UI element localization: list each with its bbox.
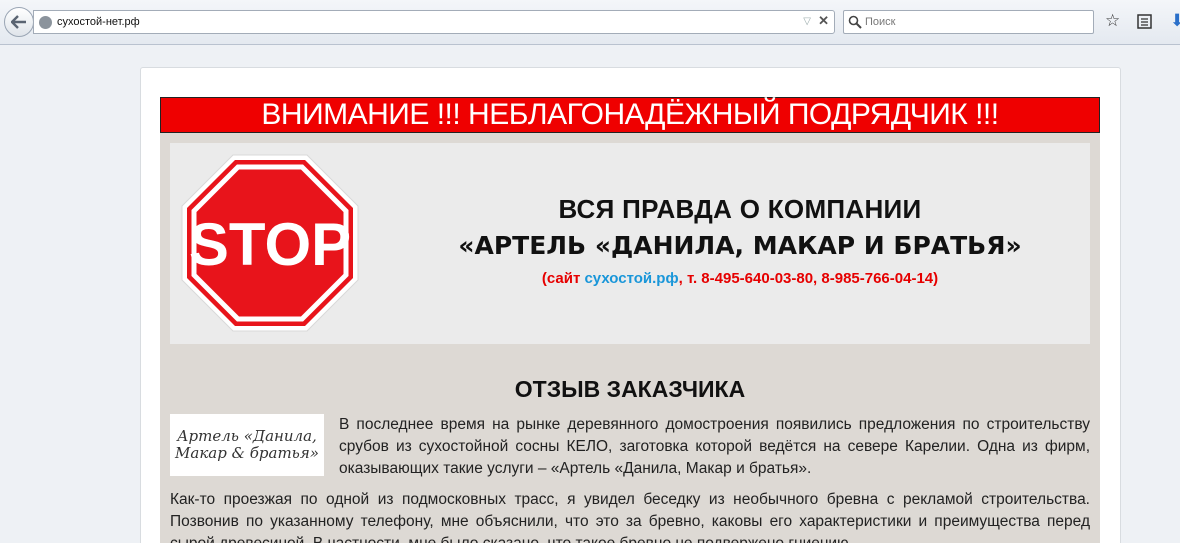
contact-prefix: (сайт (541, 270, 585, 287)
stop-text: STOP (189, 211, 351, 278)
review-paragraph-1: В последнее время на рынке деревянного д… (339, 416, 1090, 477)
back-arrow-icon (11, 15, 26, 29)
url-text[interactable]: сухостой-нет.рф (57, 16, 140, 28)
download-icon[interactable]: ⬇ (1170, 12, 1180, 30)
heading-block: ВСЯ ПРАВДА О КОМПАНИИ «АРТЕЛЬ «ДАНИЛА, М… (380, 192, 1100, 287)
heading-line-2: «АРТЕЛЬ «ДАНИЛА, МАКАР И БРАТЬЯ» (458, 231, 1022, 260)
close-icon[interactable]: ✕ (818, 13, 829, 29)
logo-line-2: Макар & братья» (175, 444, 319, 462)
site-link[interactable]: сухостой.рф (584, 270, 678, 287)
star-icon[interactable]: ☆ (1105, 12, 1120, 30)
search-icon (848, 15, 862, 29)
stop-sign-icon: STOP (181, 154, 359, 332)
browser-toolbar: сухостой-нет.рф ▽ ✕ Поиск ☆ ⬇ (0, 0, 1180, 45)
review-title: ОТЗЫВ ЗАКАЗЧИКА (514, 376, 746, 402)
address-bar[interactable]: сухостой-нет.рф ▽ ✕ (33, 10, 835, 34)
contact-phones: , т. 8-495-640-03-80, 8-985-766-04-14) (678, 270, 939, 287)
bookmarks-icon[interactable] (1137, 14, 1152, 33)
logo-line-1: Артель «Данила, (177, 427, 317, 445)
warning-banner: ВНИМАНИЕ !!! НЕБЛАГОНАДЁЖНЫЙ ПОДРЯДЧИК !… (160, 97, 1100, 133)
dropdown-icon[interactable]: ▽ (803, 16, 811, 27)
heading-line-1: ВСЯ ПРАВДА О КОМПАНИИ (558, 194, 922, 224)
search-input[interactable]: Поиск (865, 16, 895, 28)
back-button[interactable] (4, 7, 34, 37)
search-bar[interactable]: Поиск (843, 10, 1094, 34)
company-logo: Артель «Данила, Макар & братья» (170, 414, 324, 476)
contact-line: (сайт сухостой.рф, т. 8-495-640-03-80, 8… (380, 270, 1100, 287)
review-paragraph-2: Как-то проезжая по одной из подмосковных… (170, 491, 1090, 543)
globe-icon (39, 16, 52, 29)
